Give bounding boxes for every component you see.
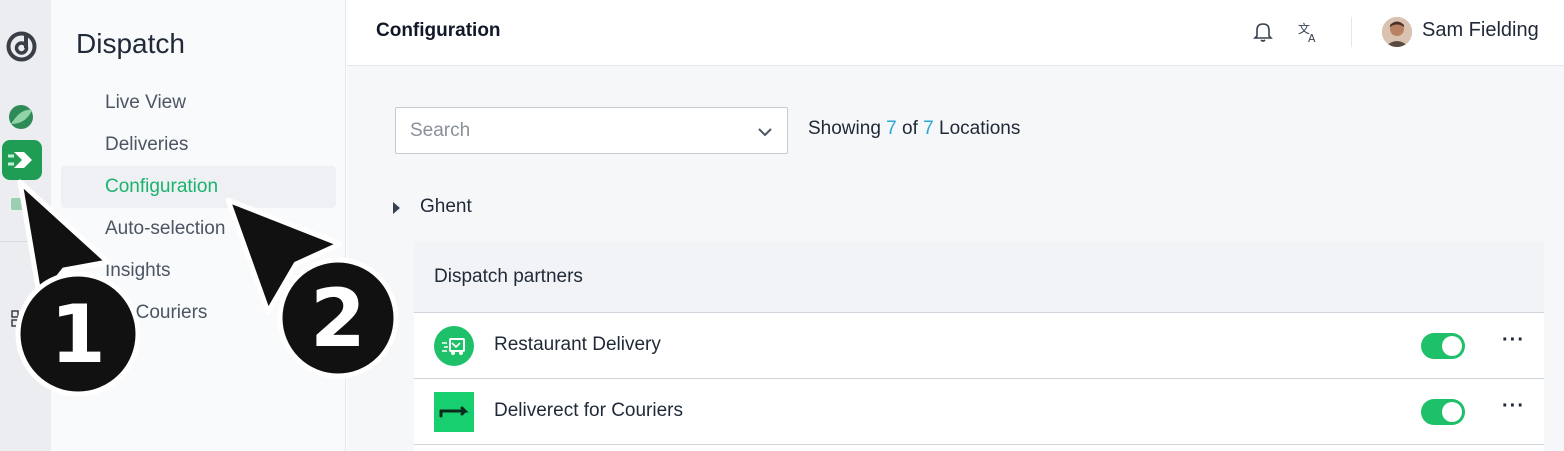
dispatch-partners-panel: Dispatch partners Restaurant Delivery ··… [414,242,1544,451]
partner-name: Deliverect for Couriers [494,400,683,421]
partner-enabled-toggle[interactable] [1421,399,1465,425]
sidebar-item-configuration[interactable]: Configuration [61,166,336,208]
more-options-button[interactable]: ··· [1502,396,1524,421]
sidebar-nav: Live View Deliveries Configuration Auto-… [51,82,346,334]
translate-icon[interactable]: 文 A [1298,21,1320,43]
toggle-knob [1442,336,1462,356]
partner-enabled-toggle[interactable] [1421,333,1465,359]
partner-name: Restaurant Delivery [494,334,661,355]
main-content: Search Showing 7 of 7 Locations Ghent Di… [347,66,1564,451]
partner-row: Restaurant Delivery ··· [414,313,1544,379]
panel-header: Dispatch partners [414,242,1544,313]
results-prefix: Showing [808,118,881,139]
results-shown: 7 [886,118,897,139]
search-input[interactable]: Search [395,107,788,154]
panel-title: Dispatch partners [434,266,583,287]
chevron-down-icon[interactable] [757,124,773,140]
sidebar: Dispatch Live View Deliveries Configurat… [51,0,346,451]
results-of: of [902,118,918,139]
results-count: Showing 7 of 7 Locations [808,118,1020,140]
sidebar-item-my-couriers[interactable]: My Couriers [51,292,346,334]
dispatch-app-button[interactable] [2,140,42,180]
header-divider [1351,17,1352,47]
dispatch-logo-icon[interactable] [5,30,38,63]
partner-row: Deliverect for Couriers ··· [414,379,1544,445]
location-name: Ghent [420,196,472,217]
svg-text:A: A [1308,32,1316,43]
sidebar-item-deliveries[interactable]: Deliveries [51,124,346,166]
sidebar-item-live-view[interactable]: Live View [51,82,346,124]
deliverect-couriers-logo-icon [434,392,474,432]
avatar-image [1382,17,1412,47]
sidebar-item-insights[interactable]: Insights [51,250,346,292]
user-name[interactable]: Sam Fielding [1422,19,1539,42]
grid-icon[interactable] [11,310,29,328]
app-rail [0,0,51,451]
results-total: 7 [923,118,934,139]
restaurant-delivery-logo-icon [434,326,474,366]
rail-divider [0,241,51,242]
results-suffix: Locations [939,118,1021,139]
page-title: Configuration [376,20,501,41]
caret-right-icon[interactable] [393,202,400,214]
toggle-knob [1442,402,1462,422]
app-box-icon[interactable] [9,195,27,213]
avatar[interactable] [1382,17,1412,47]
sidebar-item-auto-selection[interactable]: Auto-selection [51,208,346,250]
top-header: Configuration 文 A Sam Fielding [347,0,1564,66]
more-options-button[interactable]: ··· [1502,330,1524,355]
bell-icon[interactable] [1253,21,1273,43]
sidebar-title: Dispatch [76,28,185,59]
app-leaf-icon[interactable] [8,104,34,130]
dispatch-app-icon [8,152,32,168]
search-placeholder: Search [410,120,471,141]
